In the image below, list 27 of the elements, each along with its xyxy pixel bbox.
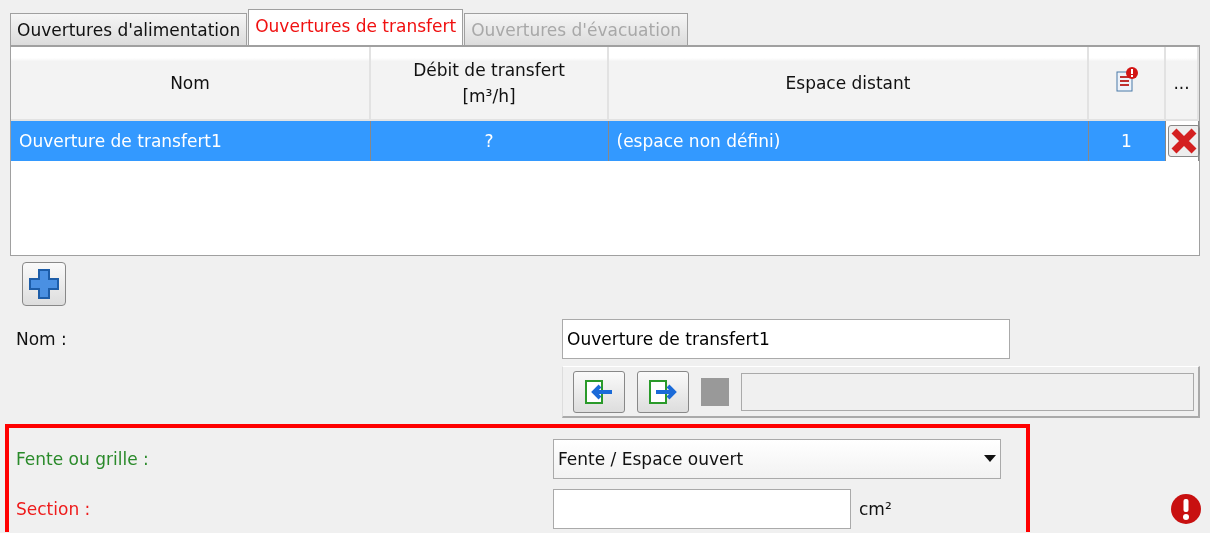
add-button[interactable] — [22, 262, 66, 306]
delete-button[interactable] — [1167, 125, 1200, 157]
tab[interactable]: Ouvertures de transfert — [248, 9, 464, 45]
column-header: ... — [1173, 73, 1190, 93]
section-field[interactable] — [553, 489, 851, 529]
column-header: Espace distant — [785, 73, 911, 93]
error-icon — [1170, 493, 1202, 525]
tab[interactable]: Ouvertures d'alimentation — [10, 13, 248, 45]
column-header: Débit de transfert [m³/h] — [413, 60, 565, 106]
field-label: Nom : — [15, 329, 68, 349]
field-label: Section : — [15, 499, 92, 519]
unit-label: cm² — [859, 499, 892, 519]
export-button[interactable] — [637, 370, 689, 413]
table-cell: Ouverture de transfert1 — [11, 120, 370, 161]
input-field[interactable] — [741, 372, 1194, 411]
table-cell: 1 — [1088, 120, 1165, 161]
plus-icon — [28, 268, 60, 300]
name-field[interactable]: Ouverture de transfert1 — [562, 319, 1010, 359]
disabled-icon — [701, 377, 729, 406]
table-cell: ? — [370, 120, 608, 161]
list-warning-icon — [1114, 66, 1139, 93]
column-header: Nom — [170, 73, 210, 93]
dropdown[interactable]: Fente / Espace ouvert — [553, 439, 1001, 479]
table-cell: (espace non défini) — [608, 120, 1088, 161]
field-label: Fente ou grille : — [15, 449, 150, 469]
caret-icon — [984, 455, 996, 463]
import-button[interactable] — [573, 370, 625, 413]
